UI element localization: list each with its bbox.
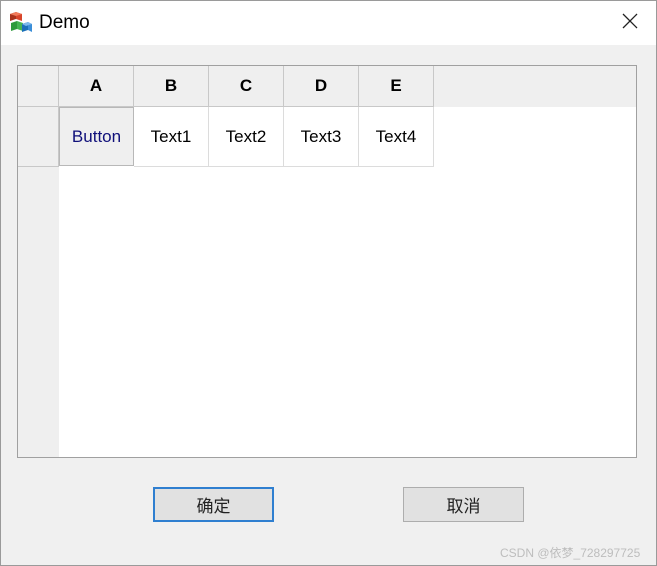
watermark-text: CSDN @依梦_728297725: [500, 546, 641, 560]
grid-cell-button[interactable]: Button: [59, 107, 134, 166]
column-header-e[interactable]: E: [359, 66, 434, 107]
grid-cell-text4[interactable]: Text4: [359, 107, 434, 167]
close-button[interactable]: [605, 1, 655, 45]
grid-cell-text3[interactable]: Text3: [284, 107, 359, 167]
data-grid[interactable]: A B C D E Button Text1 Text2 Text3 Text4: [17, 65, 637, 458]
grid-cell-text2[interactable]: Text2: [209, 107, 284, 167]
column-header-b[interactable]: B: [134, 66, 209, 107]
dialog-window: Demo A B C D E Button Text1 Text2 Text3 …: [0, 0, 657, 566]
app-blocks-icon: [9, 11, 33, 35]
column-header-a[interactable]: A: [59, 66, 134, 107]
row-header-1[interactable]: [18, 107, 59, 167]
grid-cell-text1[interactable]: Text1: [134, 107, 209, 167]
window-title: Demo: [39, 12, 90, 33]
close-icon: [622, 13, 638, 34]
title-bar[interactable]: Demo: [1, 1, 656, 45]
cancel-button[interactable]: 取消: [403, 487, 524, 522]
column-header-c[interactable]: C: [209, 66, 284, 107]
ok-button[interactable]: 确定: [153, 487, 274, 522]
grid-corner[interactable]: [18, 66, 59, 107]
column-header-d[interactable]: D: [284, 66, 359, 107]
